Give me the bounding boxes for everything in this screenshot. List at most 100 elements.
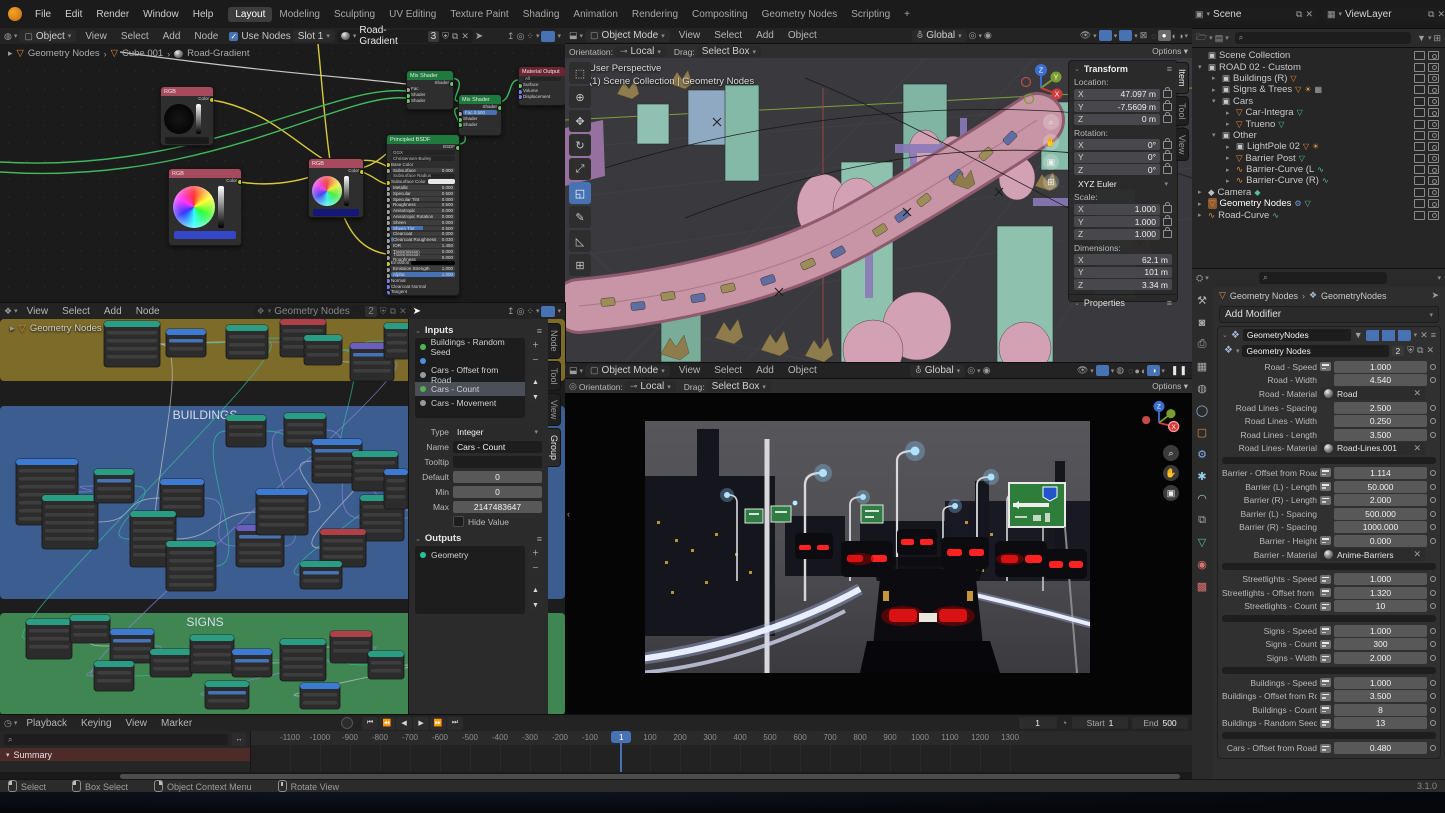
screen-visibility-toggle[interactable] xyxy=(1414,51,1425,60)
modifier-header[interactable]: ⌄❖ GeometryNodes ▼ ▾ ✕ ≡ xyxy=(1218,327,1440,343)
geometry-node[interactable] xyxy=(226,415,266,447)
snap-icon[interactable]: ◎ xyxy=(517,306,525,317)
orientation-dropdown[interactable]: ⛢Global▾ xyxy=(912,30,967,42)
driver-icon[interactable] xyxy=(1320,496,1331,505)
value-field[interactable]: 1.000 xyxy=(1334,625,1427,637)
expand-arrow[interactable]: ▸ xyxy=(1226,154,1233,162)
close-icon[interactable]: ✕ xyxy=(1420,330,1428,341)
outliner-row[interactable]: ▸∿Barrier-Curve (L∿ xyxy=(1192,164,1445,175)
value-slider[interactable]: Subsurface0.000 xyxy=(391,168,455,173)
outliner-row[interactable]: ▸▽Barrier Post▽ xyxy=(1192,153,1445,164)
value-field[interactable]: 0.480 xyxy=(1334,742,1427,754)
geometry-node[interactable] xyxy=(304,335,342,365)
editor-type-icon[interactable]: ⛭ xyxy=(1196,273,1203,284)
geometry-node[interactable] xyxy=(232,649,272,677)
geometry-node[interactable] xyxy=(26,619,72,659)
transform-field[interactable]: Z3.34 m xyxy=(1074,279,1172,290)
lock-icon[interactable] xyxy=(1163,218,1172,226)
transform-field[interactable]: Z0° xyxy=(1074,164,1160,175)
menu-object[interactable]: Object xyxy=(781,364,824,377)
geometry-node[interactable] xyxy=(190,635,234,673)
value-slider[interactable]: IOR1.450 xyxy=(391,243,455,248)
overlays-toggle[interactable]: ◍ xyxy=(1116,365,1124,376)
outputs-panel-header[interactable]: ⌄Outputs≡ xyxy=(409,529,548,546)
animate-dot[interactable] xyxy=(1430,418,1436,424)
value-field[interactable]: 50.000 xyxy=(1334,481,1427,493)
geometry-node[interactable] xyxy=(94,661,134,691)
driver-icon[interactable] xyxy=(1320,575,1331,584)
expand-arrow[interactable]: ▸ xyxy=(1198,211,1205,219)
animate-dot[interactable] xyxy=(1430,511,1436,517)
copy-icon[interactable]: ⧉ xyxy=(1296,9,1302,20)
rotate-tool[interactable]: ↻ xyxy=(569,134,591,156)
close-icon[interactable]: ✕ xyxy=(1437,9,1445,20)
geometry-node[interactable] xyxy=(384,469,408,509)
animate-dot[interactable] xyxy=(1430,720,1436,726)
screen-visibility-toggle[interactable] xyxy=(1414,131,1425,140)
geometry-node[interactable] xyxy=(205,681,249,709)
properties-tab-0[interactable]: ⚒ xyxy=(1192,291,1212,310)
playhead[interactable]: 1 xyxy=(620,731,622,772)
move-tool[interactable]: ✥ xyxy=(569,110,591,132)
remove-input-button[interactable]: － xyxy=(529,353,542,366)
shading-wireframe-icon[interactable]: ◌ xyxy=(1128,366,1133,376)
modifier-name[interactable]: GeometryNodes xyxy=(1243,329,1351,341)
scale-tool[interactable]: ⤢ xyxy=(569,158,591,180)
move-down-button[interactable]: ▼ xyxy=(529,391,542,404)
next-keyframe-button[interactable]: ⏩ xyxy=(430,717,446,730)
lock-icon[interactable] xyxy=(1163,205,1172,213)
driver-icon[interactable] xyxy=(1320,719,1331,728)
value-field[interactable]: 1000.000 xyxy=(1334,521,1427,533)
snap-magnet-icon[interactable]: ◎ xyxy=(967,365,975,376)
menu-marker[interactable]: Marker xyxy=(154,717,199,730)
animate-dot[interactable] xyxy=(1430,590,1436,596)
editor-type-icon[interactable]: ◍ xyxy=(4,31,12,42)
add-output-button[interactable]: ＋ xyxy=(529,546,542,559)
value-slider[interactable]: Clearcoat0.000 xyxy=(391,232,455,237)
toolrow-orientation[interactable]: ⊸Local▾ xyxy=(615,46,666,57)
transform-panel-header[interactable]: ⌄Transform≡ xyxy=(1069,61,1177,77)
new-material-icon[interactable]: ⧉ xyxy=(452,31,458,42)
render-canvas[interactable]: Z X ⌕ ✋ ▣ ‹ xyxy=(565,393,1192,715)
lock-icon[interactable] xyxy=(1163,141,1172,149)
value-field[interactable]: 500.000 xyxy=(1334,508,1427,520)
value-slider[interactable]: Roughness0.500 xyxy=(391,203,455,208)
value-field[interactable]: 1.000 xyxy=(1334,361,1427,373)
node-group-selector[interactable]: ❖▾ Geometry Nodes 2 ⛨⧉✕ xyxy=(253,305,411,318)
sidebar-tab-node[interactable]: Node xyxy=(548,323,561,359)
proportional-edit-icon[interactable]: ◉ xyxy=(984,30,992,41)
lock-icon[interactable] xyxy=(1163,115,1172,123)
outliner-row[interactable]: ▾▣Cars xyxy=(1192,96,1445,107)
options-icon[interactable]: ▾ xyxy=(1437,274,1441,282)
add-input-button[interactable]: ＋ xyxy=(529,338,542,351)
menu-keying[interactable]: Keying xyxy=(74,717,119,730)
render-visibility-toggle[interactable] xyxy=(1428,176,1439,185)
value-slider[interactable]: Specular Tint0.000 xyxy=(391,197,455,202)
geometry-node[interactable] xyxy=(166,541,216,591)
screen-visibility-toggle[interactable] xyxy=(1414,108,1425,117)
menu-view[interactable]: View xyxy=(119,717,155,730)
menu-view[interactable]: View xyxy=(672,29,708,42)
editor-type-icon[interactable]: ❖ xyxy=(4,306,12,317)
field-tooltip-input[interactable] xyxy=(453,456,542,468)
copy-icon[interactable]: ⧉ xyxy=(1428,9,1434,20)
menu-view[interactable]: View xyxy=(20,305,56,318)
value-slider[interactable]: Clearcoat Roughness0.030 xyxy=(391,237,455,242)
field-max-input[interactable]: 2147483647 xyxy=(453,501,542,513)
value-slider[interactable] xyxy=(218,186,224,228)
lock-icon[interactable] xyxy=(1163,90,1172,98)
geometry-node[interactable] xyxy=(104,321,160,367)
outliner-row[interactable]: ▸▽Car-Integra▽ xyxy=(1192,107,1445,118)
new-collection-icon[interactable]: ⊞ xyxy=(1433,33,1441,44)
properties-tab-12[interactable]: ◉ xyxy=(1192,555,1212,574)
input-socket-item[interactable]: Cars - Movement xyxy=(415,396,525,410)
driver-icon[interactable] xyxy=(1320,482,1331,491)
driver-icon[interactable] xyxy=(1320,626,1331,635)
in-socket[interactable] xyxy=(518,94,523,100)
properties-tab-5[interactable]: ◯ xyxy=(1192,401,1212,420)
value-field[interactable]: 1.320 xyxy=(1334,587,1427,599)
channel-search[interactable]: ⌕ xyxy=(4,734,228,745)
current-frame-field[interactable]: 1 xyxy=(1019,717,1057,729)
render-visibility-toggle[interactable] xyxy=(1428,142,1439,151)
slot-dropdown[interactable]: Slot 1▾ xyxy=(293,30,335,42)
